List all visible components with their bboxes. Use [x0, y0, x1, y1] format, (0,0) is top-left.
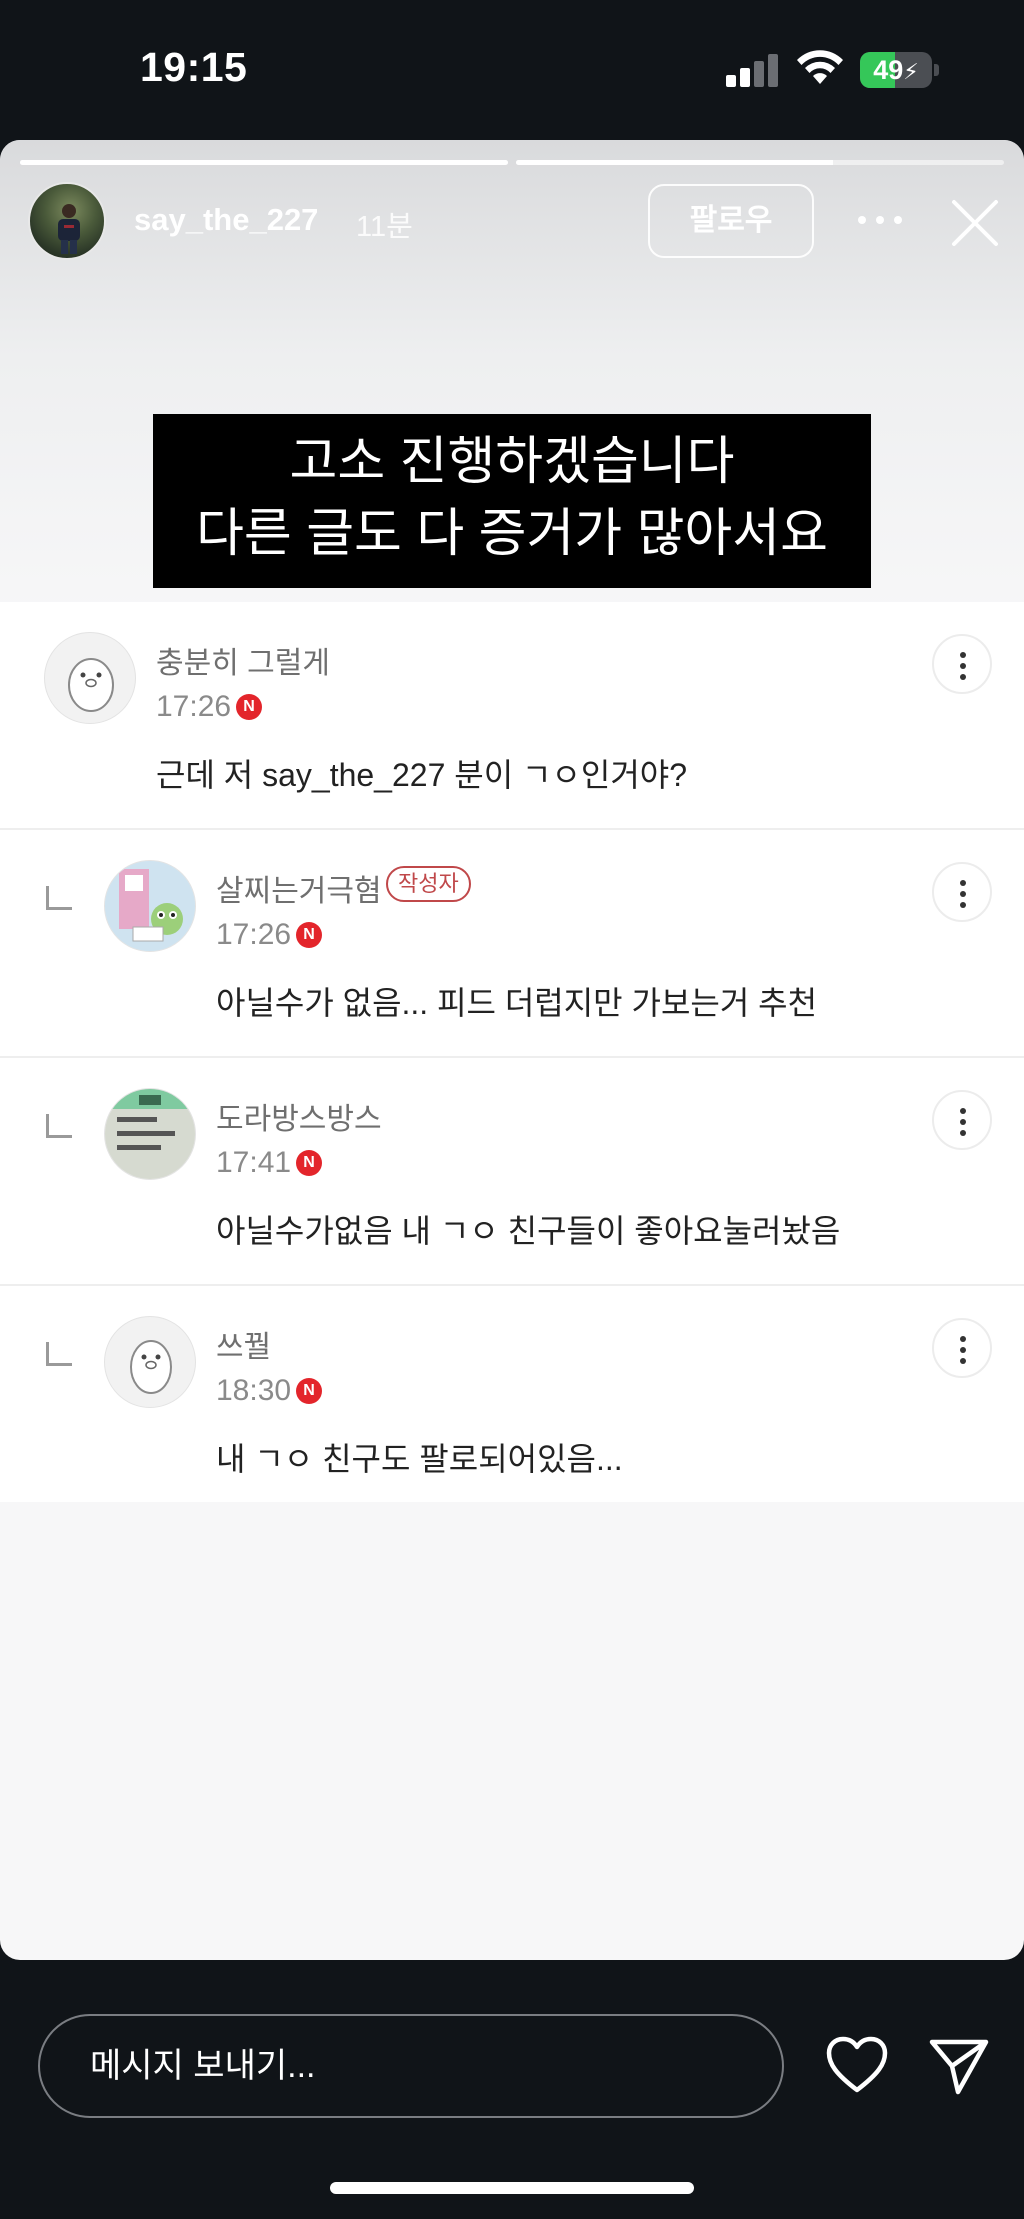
comments-screenshot: 충분히 그럴게 17:26 N 근데 저 say_the_227 분이 ㄱㅇ인거… [0, 602, 1024, 1502]
comment-item: 도라방스방스 17:41 N 아닐수가없음 내 ㄱㅇ 친구들이 좋아요눌러놨음 [0, 1058, 1024, 1286]
comment-author: 살찌는거극혐 [216, 875, 382, 908]
writer-badge: 작성자 [386, 866, 471, 902]
default-avatar-icon [104, 1316, 196, 1408]
message-input[interactable]: 메시지 보내기... [38, 2014, 784, 2118]
person-photo-icon [58, 204, 80, 254]
story-reply-bar: 메시지 보내기... [0, 1960, 1024, 2219]
wifi-icon [797, 50, 843, 84]
comment-text: 내 ㄱㅇ 친구도 팔로되어있음... [216, 1441, 623, 1477]
caption-line-2: 다른 글도 다 증거가 많아서요 [196, 505, 828, 563]
cellular-signal-icon [726, 53, 780, 87]
reply-arrow-icon [46, 1114, 72, 1138]
comment-time: 17:26 [156, 690, 232, 723]
story-card[interactable]: say_the_227 11분 팔로우 고소 진행하겠습니다 다른 글도 다 증… [0, 140, 1024, 1960]
progress-segment [20, 160, 508, 165]
comment-time: 18:30 [216, 1374, 292, 1407]
comment-time: 17:41 [216, 1146, 292, 1179]
progress-segment [516, 160, 1004, 165]
comment-author: 도라방스방스 [216, 1103, 382, 1136]
comment-author: 쓰꿜 [216, 1331, 272, 1364]
status-time: 19:15 [140, 44, 248, 90]
reply-arrow-icon [46, 1342, 72, 1366]
close-icon[interactable] [950, 198, 1000, 248]
battery-indicator: 49⚡ [860, 52, 939, 88]
status-bar: 19:15 49⚡ [0, 0, 1024, 140]
comment-text: 아닐수가없음 내 ㄱㅇ 친구들이 좋아요눌러놨음 [216, 1213, 841, 1249]
comment-menu-button[interactable] [932, 1090, 992, 1150]
caption-line-1: 고소 진행하겠습니다 [289, 433, 735, 491]
paper-plane-icon[interactable] [928, 2034, 990, 2096]
bolt-icon: ⚡ [903, 59, 919, 84]
comment-time: 17:26 [216, 918, 292, 951]
comment-text: 아닐수가 없음... 피드 더럽지만 가보는거 추천 [216, 985, 818, 1021]
comment-item: 충분히 그럴게 17:26 N 근데 저 say_the_227 분이 ㄱㅇ인거… [0, 602, 1024, 830]
new-badge: N [236, 694, 262, 720]
story-progress-bar [20, 160, 1004, 166]
comment-item: 살찌는거극혐 작성자 17:26 N 아닐수가 없음... 피드 더럽지만 가보… [0, 830, 1024, 1058]
new-badge: N [296, 1378, 322, 1404]
message-placeholder: 메시지 보내기... [90, 2047, 316, 2085]
home-indicator [330, 2182, 694, 2194]
comment-item: 쓰꿜 18:30 N 내 ㄱㅇ 친구도 팔로되어있음... [0, 1286, 1024, 1514]
comment-menu-button[interactable] [932, 1318, 992, 1378]
user-avatar [104, 860, 196, 952]
reply-arrow-icon [46, 886, 72, 910]
story-avatar[interactable] [28, 182, 106, 260]
story-caption: 고소 진행하겠습니다 다른 글도 다 증거가 많아서요 [153, 414, 871, 588]
follow-button[interactable]: 팔로우 [648, 184, 814, 258]
more-options-icon[interactable] [858, 210, 902, 230]
comment-menu-button[interactable] [932, 862, 992, 922]
new-badge: N [296, 922, 322, 948]
battery-percent: 49⚡ [873, 55, 919, 85]
story-username[interactable]: say_the_227 [134, 202, 318, 238]
comment-author: 충분히 그럴게 [156, 647, 330, 680]
story-time-ago: 11분 [356, 211, 413, 243]
heart-icon[interactable] [826, 2036, 888, 2094]
comment-menu-button[interactable] [932, 634, 992, 694]
default-avatar-icon [44, 632, 136, 724]
comment-text: 근데 저 say_the_227 분이 ㄱㅇ인거야? [156, 757, 688, 793]
new-badge: N [296, 1150, 322, 1176]
user-avatar [104, 1088, 196, 1180]
